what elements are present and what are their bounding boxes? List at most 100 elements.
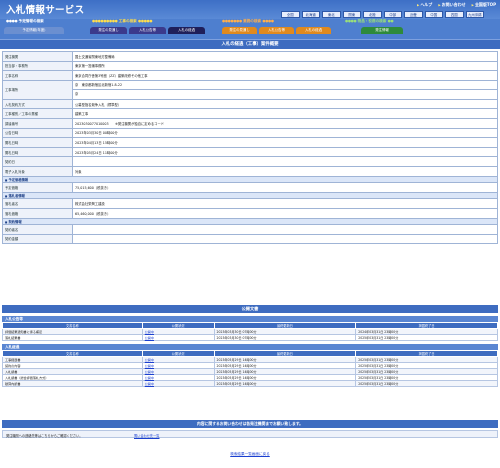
detail-value xyxy=(72,224,498,235)
nav-group-plan: ●●●● 予定情報の検索 予定情報(年度) xyxy=(4,19,74,39)
tab-plan-yearly[interactable]: 予定情報(年度) xyxy=(4,27,64,34)
document-status-link[interactable]: 公開中 xyxy=(145,382,154,386)
project-detail-table: 発注機関 国土交通省関東地方整備局 担当部・事務所 東京第一営繕事務所 工事名称 東京合同… xyxy=(2,51,498,245)
inquiry-bar: 内容に関するお問い合わせは各発注機関までお願い致します。 xyxy=(2,420,498,428)
region-button-zenkoku[interactable]: 全国 xyxy=(281,11,300,18)
table-cell: 落札結果書 xyxy=(2,334,143,341)
detail-row: 落札価格 65,460,000（税抜き） xyxy=(2,207,498,219)
detail-label: 調達番号 xyxy=(2,117,73,129)
contact-link-top[interactable]: お問い合わせ xyxy=(438,2,466,8)
detail-row: 工事名称 東京合同庁舎第3号館（ZZ）建築改修その他工事 xyxy=(2,70,498,81)
app-title: 入札情報サービス xyxy=(6,5,85,16)
detail-label: 契約者名 xyxy=(2,224,73,235)
document-status-link[interactable]: 公開中 xyxy=(145,358,154,362)
section-header: 落札者情報 xyxy=(2,191,498,200)
region-selector: 全国 北海道 東北 関東 北陸 中部 近畿 中国 四国 九州沖縄 xyxy=(281,11,484,18)
detail-label: 開札日時 xyxy=(2,146,73,158)
detail-value xyxy=(72,156,498,167)
detail-row: 開札日時 2023年05月24日 11時00分 xyxy=(2,146,498,158)
section-header: 予定価格情報 xyxy=(2,175,498,184)
region-button-shikoku[interactable]: 四国 xyxy=(445,11,464,18)
table-cell: 2025年03月31日 23時00分 xyxy=(355,334,498,341)
detail-row: 発注機関 国土交通省関東地方整備局 xyxy=(2,51,498,62)
region-button-tohoku[interactable]: 東北 xyxy=(322,11,341,18)
table-cell: 公開中 xyxy=(141,380,215,387)
page-title: 入札の経過（工事）案件概要 xyxy=(221,42,279,47)
detail-label: 工事種別／工事の業種 xyxy=(2,108,73,119)
contact-row: 発注機関への連絡先等はこちらからご確認ください。 問い合わせ先一覧 xyxy=(2,430,498,438)
page-title-bar: 入札の経過（工事）案件概要 xyxy=(0,39,500,49)
detail-row: 落札者名 株式会社栄興工建設 xyxy=(2,198,498,209)
contact-list-link[interactable]: 問い合わせ先一覧 xyxy=(134,433,160,438)
detail-value: 株式会社栄興工建設 xyxy=(72,198,498,209)
region-button-hokuriku[interactable]: 北陸 xyxy=(363,11,382,18)
tab-construction-notice[interactable]: 入札公告等 xyxy=(129,27,166,34)
national-top-link[interactable]: 全国版TOP xyxy=(472,2,496,8)
tab-services-progress[interactable]: 入札の経過 xyxy=(296,27,331,34)
site-header: 入札情報サービス ヘルプ お問い合わせ 全国版TOP 全国 北海道 東北 関東 … xyxy=(0,0,500,39)
detail-value: 65,460,000（税抜き） xyxy=(72,207,498,219)
detail-row: 契約者名 xyxy=(2,224,498,235)
table-cell: 積算内訳書 xyxy=(2,380,143,387)
detail-value-line: 京 xyxy=(75,91,79,96)
tab-services-notice[interactable]: 入札公告等 xyxy=(259,27,294,34)
document-status-link[interactable]: 公開中 xyxy=(145,370,154,374)
tab-goods-orders[interactable]: 発注情報 xyxy=(361,27,403,34)
back-to-results-link[interactable]: 検索結果一覧画面に戻る xyxy=(0,452,500,457)
document-status-link[interactable]: 公開中 xyxy=(145,364,154,368)
detail-value: 建築工事 xyxy=(72,108,498,119)
detail-label: 予定価格 xyxy=(2,182,73,193)
document-table: 文書名称 公開状況 最終更新日 掲載終了日 評価結果通知書に係る補足 公開中 2023年03… xyxy=(2,322,498,341)
nav-group-services: ●●●●●●● 業務の検索 ●●●● 発注の見通し 入札公告等 入札の経過 xyxy=(222,19,337,39)
detail-value: 2023年05月24日 11時00分 xyxy=(72,146,498,158)
detail-label: 公告日時 xyxy=(2,127,73,139)
detail-label: 工事場所 xyxy=(2,79,73,100)
detail-label: 落札価格 xyxy=(2,207,73,219)
detail-label: 入札契約方式 xyxy=(2,98,73,110)
document-group: 入札経過 文書名称 公開状況 最終更新日 掲載終了日 工事経歴書 公開中 2023年05月29… xyxy=(2,344,498,387)
detail-value: 東京第一営繕事務所 xyxy=(72,60,498,72)
detail-label: 電子入札対象 xyxy=(2,165,73,177)
detail-row: 公告日時 2023年03月30日 00時00分 xyxy=(2,127,498,139)
detail-value-line: 京 東京都新宿区北新宿1-8-22 xyxy=(73,81,497,90)
nav-group-goods: ●●●● 物品・役務の検索 ●● 発注情報 xyxy=(345,19,425,39)
documents-title: 公開文書 xyxy=(2,305,498,313)
document-table: 文書名称 公開状況 最終更新日 掲載終了日 工事経歴書 公開中 2023年05月29日 14… xyxy=(2,350,498,387)
document-group: 入札公告等 文書名称 公開状況 最終更新日 掲載終了日 評価結果通知書に係る補足 公開中 20… xyxy=(2,316,498,341)
region-button-chubu[interactable]: 中部 xyxy=(383,11,402,18)
detail-value: 京 東京都新宿区北新宿1-8-22 京 xyxy=(72,79,498,100)
section-header: 契約情報 xyxy=(2,217,498,226)
tab-construction-outlook[interactable]: 発注の見通し xyxy=(90,27,127,34)
tab-services-outlook[interactable]: 発注の見通し xyxy=(222,27,257,34)
document-status-link[interactable]: 公開中 xyxy=(145,376,154,380)
tab-construction-progress[interactable]: 入札の経過 xyxy=(168,27,205,34)
detail-row: 予定価格 75,015,600（税抜き） xyxy=(2,182,498,193)
detail-value xyxy=(72,233,498,245)
region-button-hokkaido[interactable]: 北海道 xyxy=(301,11,320,18)
region-button-kyushu[interactable]: 九州沖縄 xyxy=(465,11,484,18)
region-button-chugoku[interactable]: 中国 xyxy=(424,11,443,18)
region-button-kanto[interactable]: 関東 xyxy=(342,11,361,18)
detail-label: 工事名称 xyxy=(2,70,73,81)
top-links: ヘルプ お問い合わせ 全国版TOP xyxy=(417,2,496,8)
document-status-link[interactable]: 公開中 xyxy=(145,330,154,334)
detail-label: 落札者名 xyxy=(2,198,73,209)
detail-row: 工事場所京 東京都新宿区北新宿1-8-22 京 xyxy=(2,79,498,100)
public-documents: 公開文書 入札公告等 文書名称 公開状況 最終更新日 掲載終了日 評価結果通知書に係る補足… xyxy=(2,305,498,387)
detail-value: 東京合同庁舎第3号館（ZZ）建築改修その他工事 xyxy=(72,70,498,81)
detail-label: 契約日 xyxy=(2,156,73,167)
detail-row: 開札日時 2023年04月13日 15時00分 xyxy=(2,137,498,148)
detail-label: 契約金額 xyxy=(2,233,73,245)
detail-row: 工事種別／工事の業種 建築工事 xyxy=(2,108,498,119)
nav-caption-goods: ●●●● 物品・役務の検索 ●● xyxy=(345,19,394,23)
detail-value: 75,015,600（税抜き） xyxy=(72,182,498,193)
detail-label: 開札日時 xyxy=(2,137,73,148)
table-cell: 2023年03月30日 07時00分 xyxy=(213,334,357,341)
region-button-kinki[interactable]: 近畿 xyxy=(404,11,423,18)
detail-value: 2023030077010003 ※発注機関が独自に定めるコード xyxy=(72,117,498,129)
detail-row: 電子入札対象 対象 xyxy=(2,165,498,177)
document-status-link[interactable]: 公開中 xyxy=(145,336,154,340)
nav-caption-services: ●●●●●●● 業務の検索 ●●●● xyxy=(222,19,274,23)
detail-label: 発注機関 xyxy=(2,51,73,62)
help-link[interactable]: ヘルプ xyxy=(417,2,432,8)
